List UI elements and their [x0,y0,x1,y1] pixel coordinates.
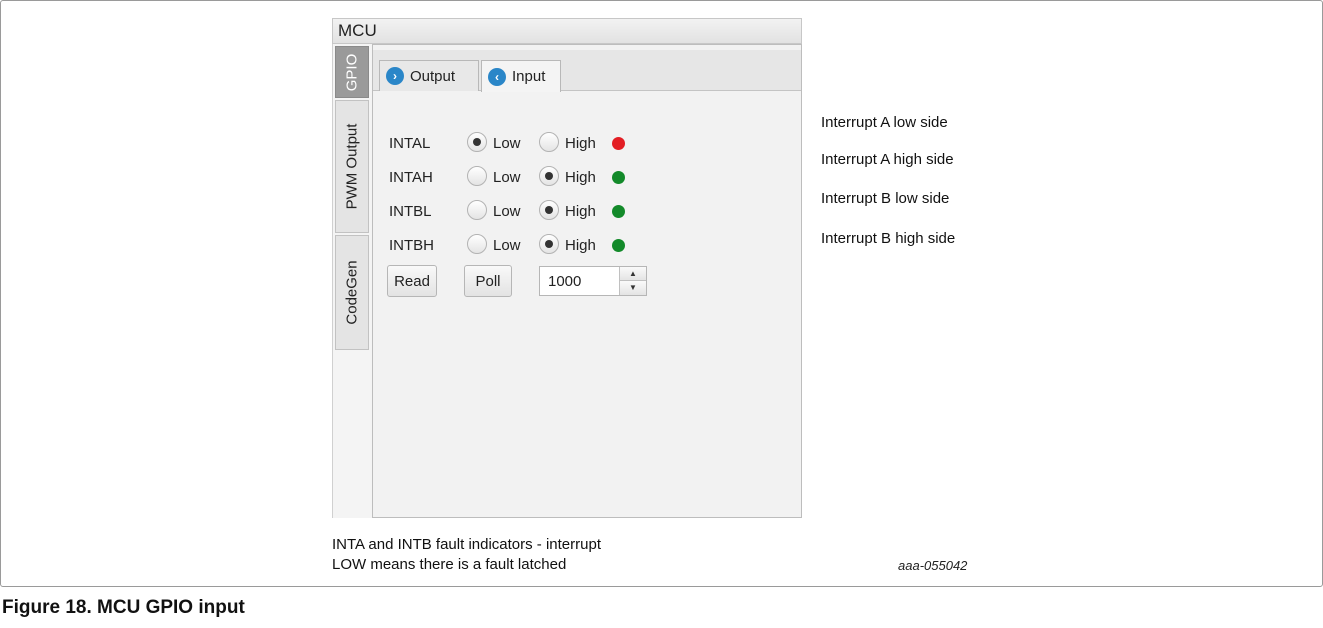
radio-low-label: Low [493,135,521,152]
signal-row-intbl: INTBL Low High [389,200,789,224]
signal-name: INTAH [389,169,433,186]
read-button[interactable]: Read [387,265,437,297]
poll-interval-value: 1000 [548,273,582,290]
tab-output-label: Output [410,67,456,85]
tab-content: › Output ‹ Input INTAL Low High INTAH Lo… [372,44,802,518]
status-indicator-green [612,205,625,218]
panel-title: MCU [332,18,802,44]
signal-row-intbh: INTBH Low High [389,234,789,258]
side-tab-pwm-output[interactable]: PWM Output [335,100,369,233]
status-indicator-red [612,137,625,150]
radio-low[interactable] [467,200,487,220]
figure-caption: Figure 18. MCU GPIO input [2,597,245,618]
side-tab-bar: GPIO PWM Output CodeGen [332,44,372,518]
radio-high-label: High [565,237,596,254]
annotation-intbh: Interrupt B high side [821,230,956,247]
annotation-intal: Interrupt A low side [821,114,948,131]
status-indicator-green [612,239,625,252]
annotation-intah: Interrupt A high side [821,151,954,168]
tab-output[interactable]: › Output [379,60,479,91]
signal-name: INTBH [389,237,434,254]
chevron-right-icon: › [386,67,404,85]
annotation-intbl: Interrupt B low side [821,190,950,207]
spinner-buttons: ▲ ▼ [619,267,646,295]
signal-row-intal: INTAL Low High [389,132,789,156]
side-tab-pwm-output-label: PWM Output [343,123,361,210]
radio-low[interactable] [467,132,487,152]
radio-high[interactable] [539,234,559,254]
signal-row-intah: INTAH Low High [389,166,789,190]
tab-input[interactable]: ‹ Input [481,60,561,92]
radio-high[interactable] [539,132,559,152]
chevron-left-icon: ‹ [488,67,506,86]
radio-high[interactable] [539,166,559,186]
radio-low-label: Low [493,169,521,186]
side-tab-gpio[interactable]: GPIO [335,46,369,98]
figure-reference: aaa-055042 [898,558,968,573]
radio-low[interactable] [467,166,487,186]
signal-name: INTAL [389,135,431,152]
mcu-panel: MCU GPIO PWM Output CodeGen › Output ‹ I… [332,18,802,518]
radio-low-label: Low [493,203,521,220]
poll-button[interactable]: Poll [464,265,512,297]
radio-low[interactable] [467,234,487,254]
radio-high-label: High [565,203,596,220]
spin-down-icon[interactable]: ▼ [620,281,646,295]
radio-high-label: High [565,135,596,152]
spin-up-icon[interactable]: ▲ [620,267,646,281]
radio-high[interactable] [539,200,559,220]
radio-low-label: Low [493,237,521,254]
side-tab-codegen[interactable]: CodeGen [335,235,369,350]
tab-bar: › Output ‹ Input [373,50,801,92]
status-indicator-green [612,171,625,184]
note-line-2: LOW means there is a fault latched [332,556,567,573]
radio-high-label: High [565,169,596,186]
signal-name: INTBL [389,203,432,220]
poll-interval-spinner[interactable]: 1000 ▲ ▼ [539,266,647,296]
note-line-1: INTA and INTB fault indicators - interru… [332,536,601,553]
tab-input-label: Input [512,68,546,85]
side-tab-gpio-label: GPIO [343,53,361,91]
side-tab-codegen-label: CodeGen [343,260,361,325]
